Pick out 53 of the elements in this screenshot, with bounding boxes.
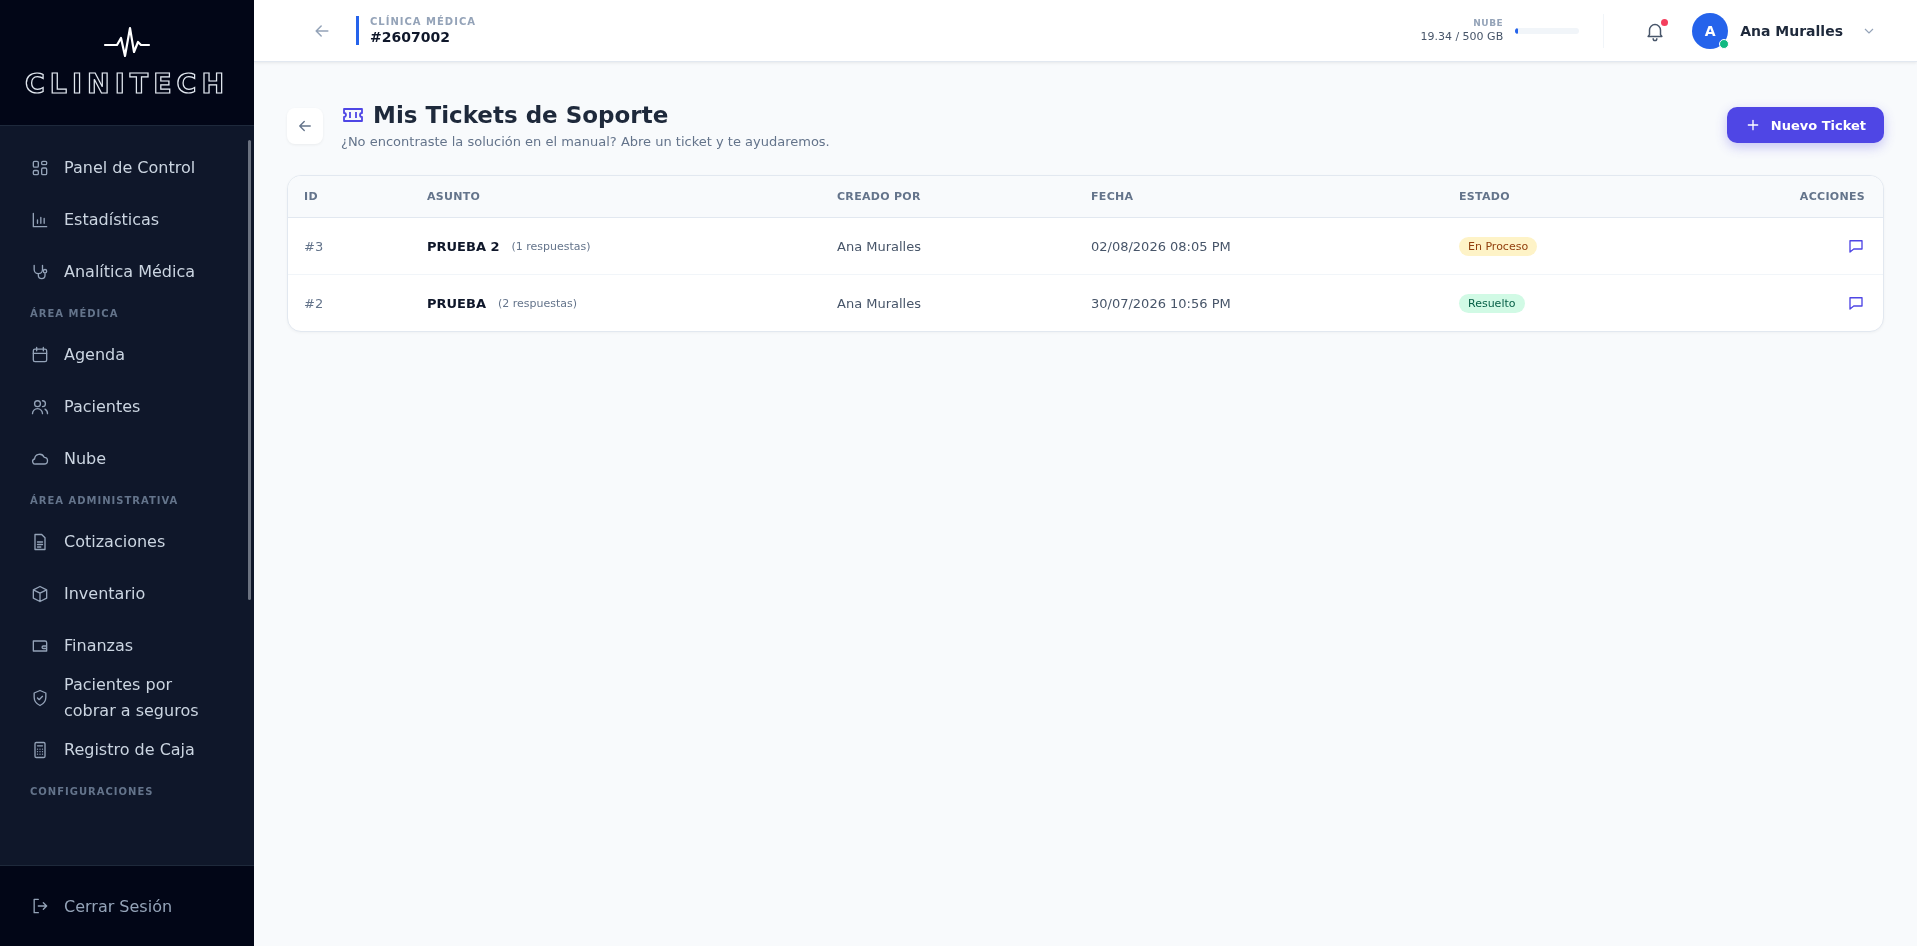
logo-text: CLINITECH (25, 68, 229, 99)
sidebar-item[interactable]: Estadísticas (0, 194, 254, 246)
calendar-icon (30, 345, 50, 365)
ticket-subject: PRUEBA (427, 295, 486, 311)
users-icon (30, 397, 50, 417)
clinic-id: #2607002 (370, 29, 451, 45)
sidebar-item[interactable]: Pacientes (0, 381, 254, 433)
ticket-date: 30/07/2026 10:56 PM (1091, 295, 1232, 311)
back-button[interactable] (287, 108, 323, 144)
sidebar-item[interactable]: Finanzas (0, 620, 254, 672)
sidebar-item[interactable]: Agenda (0, 329, 254, 381)
section-heading: ÁREA MÉDICA (29, 306, 120, 321)
reply-count: (2 respuestas) (497, 296, 578, 310)
storage-bar (1515, 27, 1580, 34)
ticket-id: #3 (304, 238, 325, 254)
section-heading: CONFIGURACIONES (29, 785, 155, 799)
sidebar-item[interactable]: Analítica Médica (0, 246, 254, 298)
ticket-author: Ana Muralles (837, 238, 922, 254)
status-badge: Resuelto (1459, 293, 1525, 313)
reply-count: (1 respuestas) (511, 239, 591, 253)
clinic-label: CLÍNICA MÉDICA (370, 16, 476, 27)
notification-button[interactable] (1644, 19, 1667, 42)
ticket-date: 02/08/2026 08:05 PM (1091, 238, 1232, 254)
column-header: ESTADO (1459, 190, 1511, 203)
scrollbar[interactable] (248, 140, 251, 600)
grid-icon (30, 158, 50, 178)
column-header: FECHA (1091, 190, 1135, 203)
new-ticket-button[interactable]: Nuevo Ticket (1726, 107, 1884, 143)
column-header: ID (304, 190, 319, 203)
sidebar-item[interactable]: Panel de Control (0, 142, 254, 194)
chat-icon[interactable] (1847, 237, 1865, 255)
ticket-id: #2 (304, 295, 325, 311)
bars-icon (30, 210, 50, 230)
chat-icon[interactable] (1847, 294, 1865, 312)
page-title: Mis Tickets de Soporte (373, 102, 669, 128)
avatar: A (1692, 12, 1729, 49)
status-badge: En Proceso (1459, 236, 1538, 256)
sidebar-item[interactable]: Inventario (0, 568, 254, 620)
ticket-author: Ana Muralles (837, 295, 922, 311)
user-menu[interactable]: A Ana Muralles (1692, 12, 1877, 49)
page-subtitle: ¿No encontraste la solución en el manual? Abre un ticket y te ayudaremos. (341, 134, 830, 149)
sidebar-item[interactable]: Nube (0, 433, 254, 485)
column-header: ACCIONES (1798, 190, 1866, 203)
sidebar-item[interactable]: Cotizaciones (0, 516, 254, 568)
sidebar-item[interactable]: Registro de Caja (0, 724, 254, 776)
column-header: CREADO POR (837, 190, 922, 203)
storage-label: NUBE (1472, 18, 1504, 28)
section-heading: ÁREA ADMINISTRATIVA (29, 493, 180, 508)
sidebar-item[interactable]: Pacientes por cobrar a seguros (0, 672, 254, 724)
box-icon (30, 584, 50, 604)
column-header: ASUNTO (427, 190, 482, 203)
storage-reading: 19.34 / 500 GB (1420, 30, 1504, 43)
ticket-subject: PRUEBA 2 (427, 238, 500, 254)
